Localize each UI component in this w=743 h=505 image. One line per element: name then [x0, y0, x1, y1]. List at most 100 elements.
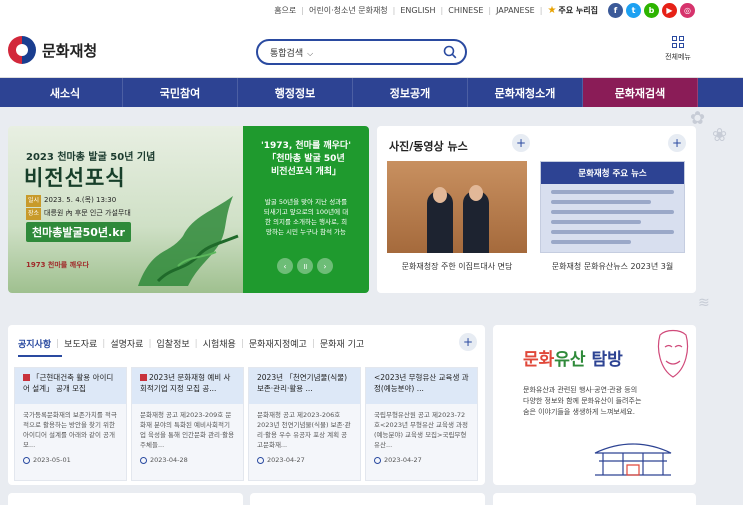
- bottom-card-2: [250, 493, 485, 505]
- cloud-deco-icon: ❀: [712, 125, 728, 146]
- hero-event-logo: 1973 천마를 깨우다: [26, 261, 89, 269]
- favorite-sites-button[interactable]: ★ 주요 누리집: [542, 5, 603, 16]
- nav-tab-3[interactable]: 행정정보: [238, 78, 353, 107]
- nav-tab-6[interactable]: 문화재검색: [583, 78, 698, 107]
- photo-video-news: 사진/동영상 뉴스 + + 문화재청 주요 뉴스 문화재청장 주한 이집트대사 …: [377, 126, 696, 293]
- blog-icon[interactable]: b: [644, 3, 659, 18]
- notice-card-title: 2023년 「천연기념물(식물) 보존·관리·활용 ...: [249, 368, 360, 404]
- kids-link[interactable]: 어린이·청소년 문화재청: [304, 5, 393, 16]
- hero-title-small: 2023 천마총 발굴 50년 기념: [26, 152, 156, 163]
- site-header: 문화재청 통합검색 ⌵ 전체메뉴: [0, 22, 743, 78]
- hero-description: '1973, 천마를 깨우다' 「천마총 발굴 50년 비전선포식 개최」 발굴 5…: [243, 126, 369, 293]
- star-icon: ★: [547, 5, 557, 16]
- poster-title: 문화재청 주요 뉴스: [541, 162, 684, 184]
- board-tab-3[interactable]: 설명자료: [105, 337, 148, 350]
- clock-icon: [257, 456, 264, 464]
- youtube-icon[interactable]: ▶: [662, 3, 677, 18]
- news-photo[interactable]: [387, 161, 527, 253]
- hero-right-title: '1973, 천마를 깨우다' 「천마총 발굴 50년 비전선포식 개최」: [261, 141, 351, 177]
- palace-icon: [594, 443, 672, 476]
- search-icon[interactable]: [443, 45, 457, 59]
- notice-card-title: 2023년 문화재형 예비 사회적기업 지정 모집 공...: [132, 368, 243, 404]
- bottom-card-3: [493, 493, 696, 505]
- notice-card[interactable]: 「근현대건축 활용 아이디어 설계」 공개 모집국가등록문화재의 보존가치를 적…: [14, 367, 127, 481]
- utility-links: 홈으로 | 어린이·청소년 문화재청 | ENGLISH | CHINESE | JAP…: [269, 5, 603, 16]
- promo-description: 문화유산과 관련된 행사·공연·관광 등의 다양한 정보와 함께 문화유산이 들려…: [523, 386, 642, 416]
- hero-right-body: 발굴 50년을 맞아 지난 성과를 되새기고 앞으로의 100년에 대한 의지를 …: [263, 198, 349, 236]
- bottom-card-1: [8, 493, 243, 505]
- main-nav: 새소식 국민참여 행정정보 정보공개 문화재청소개 문화재검색: [0, 78, 743, 107]
- hero-carousel-controls: ‹ ॥ ›: [277, 258, 333, 274]
- nav-tab-2[interactable]: 국민참여: [123, 78, 238, 107]
- facebook-icon[interactable]: f: [608, 3, 623, 18]
- hero-site-badge[interactable]: 천마총발굴50년.kr: [26, 222, 131, 242]
- board-tab-1[interactable]: 공지사항: [18, 337, 56, 350]
- all-menu-button[interactable]: 전체메뉴: [665, 36, 691, 62]
- heavenly-horse-icon: [138, 196, 239, 286]
- nav-tab-1[interactable]: 새소식: [8, 78, 123, 107]
- hero-visual: 2023 천마총 발굴 50년 기념 비전선포식 일시 2023. 5. 4.(목…: [8, 126, 243, 293]
- nav-tab-4[interactable]: 정보공개: [353, 78, 468, 107]
- promo-title: 문화유산 탐방: [523, 350, 623, 370]
- hahoe-mask-icon: [657, 329, 689, 378]
- board-tab-5[interactable]: 시험채용: [198, 337, 241, 350]
- notice-card-date: 2023-04-27: [366, 450, 477, 464]
- photo-caption[interactable]: 문화재청장 주한 이집트대사 면담: [387, 261, 527, 272]
- next-arrow-icon[interactable]: ›: [317, 258, 333, 274]
- hero-event-info: 일시 2023. 5. 4.(목) 13:30 장소 대릉원 內 후문 인근 가설무…: [26, 194, 131, 220]
- prev-arrow-icon[interactable]: ‹: [277, 258, 293, 274]
- notice-board: 공지사항 | 보도자료 | 설명자료 | 입찰정보 | 시험채용 | 문화재지정예고 | 문화재 기고 …: [8, 325, 485, 485]
- photo-news-more-button[interactable]: +: [512, 134, 530, 152]
- twitter-icon[interactable]: t: [626, 3, 641, 18]
- social-links: f t b ▶ ◎: [608, 3, 695, 18]
- home-link[interactable]: 홈으로: [269, 5, 301, 16]
- notice-card[interactable]: <2023년 무형유산 교육생 과정(예능분야) ... 국립무형유산원 공고 제…: [365, 367, 478, 481]
- clock-icon: [374, 456, 381, 464]
- notice-card-date: 2023-05-01: [15, 450, 126, 464]
- clock-icon: [140, 456, 147, 464]
- photo-news-title: 사진/동영상 뉴스: [389, 140, 468, 153]
- grid-icon: [672, 36, 684, 48]
- notice-card-body: 문화재청 공고 제2023-209호 문화재 분야의 특화된 예비사회적기업 육…: [140, 411, 235, 449]
- notice-card-body: 국가등록문화재의 보존가치를 적극적으로 활용하는 방안을 찾기 위한 아이디어…: [23, 411, 117, 449]
- notice-card-body: 문화재청 공고 제2023-206호2023년 천연기념물(식물) 보존·관리·…: [257, 411, 351, 449]
- board-tabs: 공지사항 | 보도자료 | 설명자료 | 입찰정보 | 시험채용 | 문화재지정예고 | 문화재 기고: [18, 337, 369, 351]
- board-tab-6[interactable]: 문화재지정예고: [244, 337, 312, 350]
- hero-banner[interactable]: 2023 천마총 발굴 50년 기념 비전선포식 일시 2023. 5. 4.(목…: [8, 126, 369, 293]
- hero-title-large: 비전선포식: [24, 166, 126, 190]
- main-news-more-button[interactable]: +: [668, 134, 686, 152]
- logo-text: 문화재청: [42, 41, 98, 60]
- notice-card-body: 국립무형유산원 공고 제2023-72호<2023년 무형유산 교육생 과정(예…: [374, 411, 468, 449]
- japanese-link[interactable]: JAPANESE: [491, 6, 540, 15]
- board-tab-2[interactable]: 보도자료: [59, 337, 102, 350]
- notice-card[interactable]: 2023년 문화재형 예비 사회적기업 지정 모집 공... 문화재청 공고 제2…: [131, 367, 244, 481]
- taegeuk-logo-icon: [8, 36, 36, 64]
- notice-card-date: 2023-04-27: [249, 450, 360, 464]
- heritage-tour-promo[interactable]: 문화유산 탐방 문화유산과 관련된 행사·공연·관광 등의 다양한 정보와 함께 …: [493, 325, 696, 485]
- notice-card-title: 「근현대건축 활용 아이디어 설계」 공개 모집: [15, 368, 126, 404]
- hero-place: 대릉원 內 후문 인근 가설무대: [44, 209, 131, 217]
- board-tab-7[interactable]: 문화재 기고: [315, 337, 369, 350]
- instagram-icon[interactable]: ◎: [680, 3, 695, 18]
- board-tab-4[interactable]: 입찰정보: [152, 337, 195, 350]
- search-box: 통합검색 ⌵: [256, 39, 467, 65]
- board-more-button[interactable]: +: [459, 333, 477, 351]
- chinese-link[interactable]: CHINESE: [443, 6, 488, 15]
- wave-deco-icon: ≋: [698, 295, 710, 311]
- news-poster[interactable]: 문화재청 주요 뉴스: [540, 161, 685, 253]
- notice-card[interactable]: 2023년 「천연기념물(식물) 보존·관리·활용 ... 문화재청 공고 제20…: [248, 367, 361, 481]
- search-category-select[interactable]: 통합검색 ⌵: [270, 46, 313, 59]
- hero-date: 2023. 5. 4.(목) 13:30: [44, 196, 117, 204]
- chevron-down-icon: ⌵: [307, 49, 314, 58]
- notice-card-date: 2023-04-28: [132, 450, 243, 464]
- pause-icon[interactable]: ॥: [297, 258, 313, 274]
- utility-bar: 홈으로 | 어린이·청소년 문화재청 | ENGLISH | CHINESE | JAP…: [0, 0, 743, 22]
- english-link[interactable]: ENGLISH: [395, 6, 440, 15]
- nav-tab-5[interactable]: 문화재청소개: [468, 78, 583, 107]
- active-tab-underline: [18, 355, 62, 357]
- site-logo[interactable]: 문화재청: [8, 36, 97, 64]
- new-badge-icon: [23, 374, 30, 381]
- poster-caption[interactable]: 문화재청 문화유산뉴스 2023년 3월: [540, 261, 685, 272]
- notice-cards: 「근현대건축 활용 아이디어 설계」 공개 모집국가등록문화재의 보존가치를 적…: [14, 367, 478, 481]
- clock-icon: [23, 456, 30, 464]
